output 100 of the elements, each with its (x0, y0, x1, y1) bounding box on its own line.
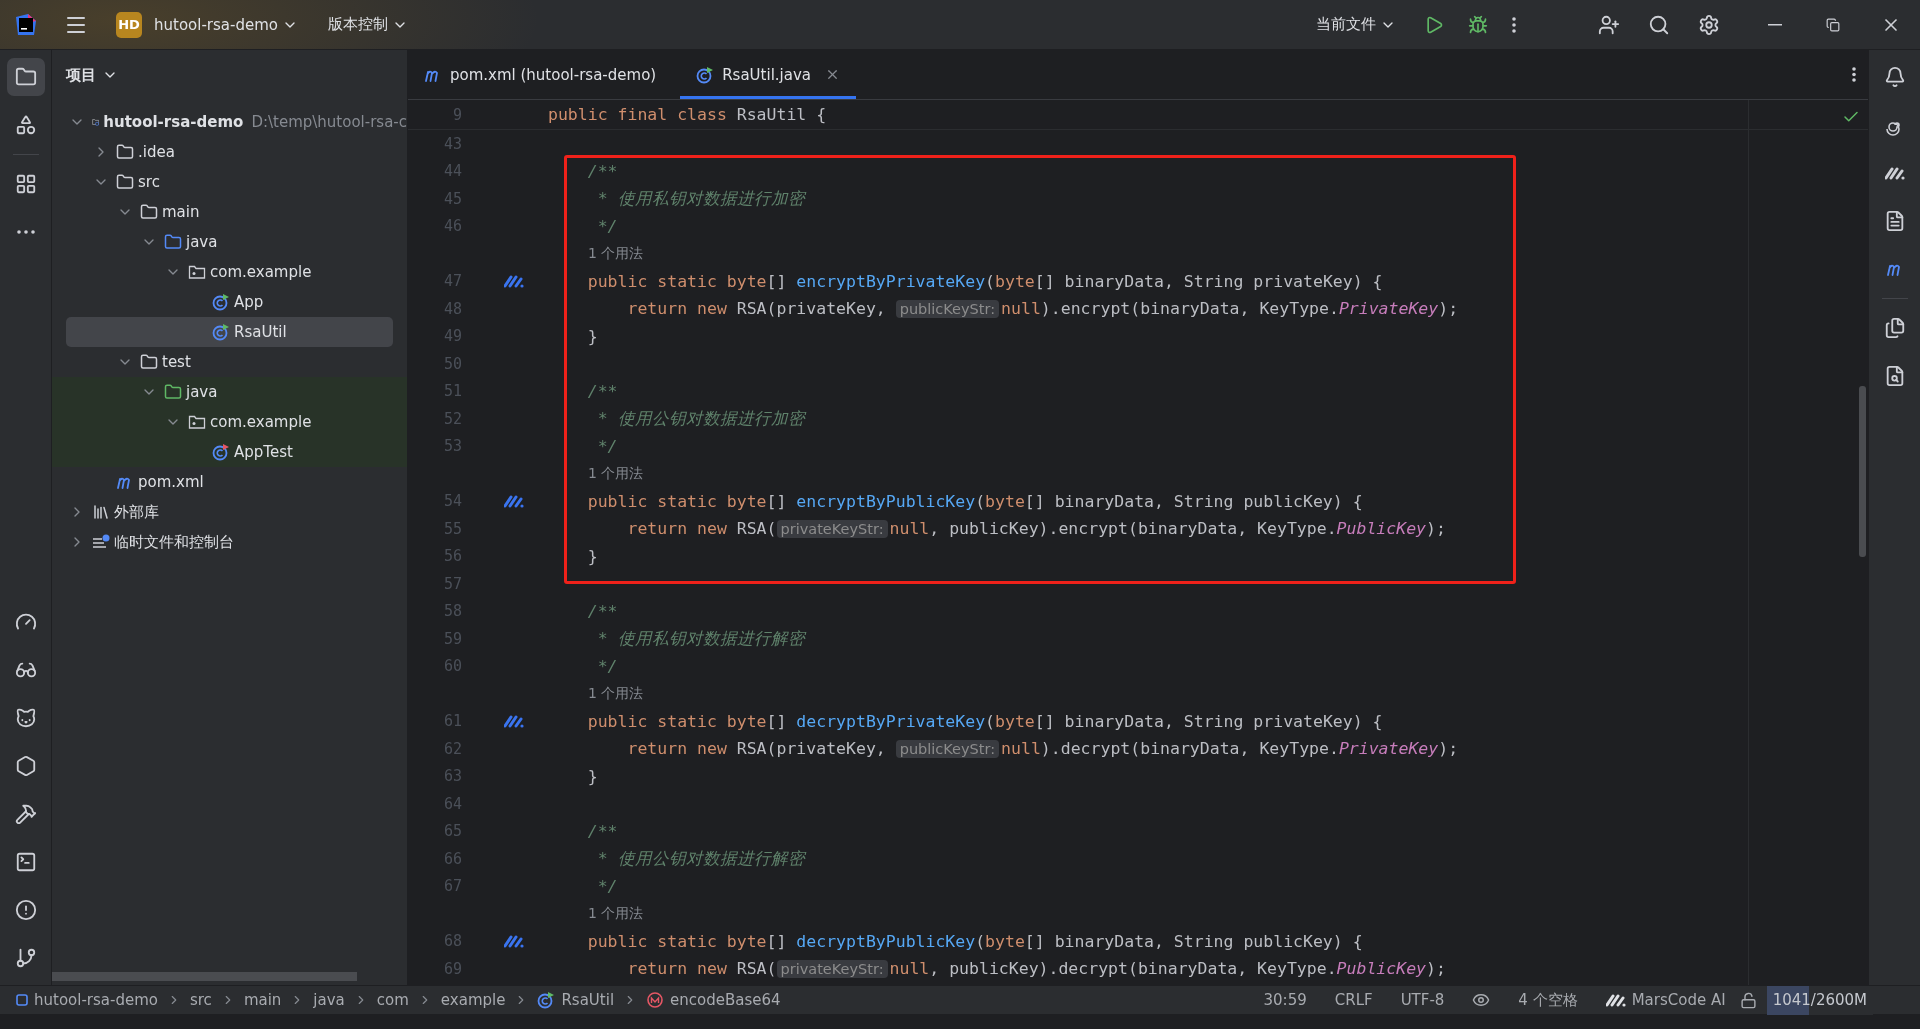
breadcrumb[interactable]: java (313, 991, 345, 1009)
bell-icon (1883, 66, 1906, 88)
memory-indicator[interactable]: 1041/2600M (1766, 985, 1873, 1015)
code-line: */ (596, 216, 618, 236)
code-line: } (586, 766, 598, 786)
test-class-icon (212, 443, 230, 461)
shapes-icon (14, 114, 37, 136)
folder-icon (116, 143, 134, 161)
editor-tab[interactable]: RsaUtil.java (680, 50, 856, 99)
package-icon (188, 264, 206, 280)
code-line: /** (586, 161, 618, 181)
breadcrumb[interactable]: com (376, 991, 409, 1009)
usage-hint[interactable]: 1 个用法 (548, 904, 1868, 923)
tree-item[interactable]: src (52, 167, 407, 197)
tree-item[interactable]: java (52, 227, 407, 257)
code-line: * 使用私钥对数据进行加密 (596, 187, 805, 210)
tree-item[interactable]: main (52, 197, 407, 227)
tree-item[interactable]: RsaUtil (66, 317, 393, 347)
tree-item[interactable]: test (52, 347, 407, 377)
tree-item[interactable]: hutool-rsa-demo D:\temp\hutool-rsa-c (52, 107, 407, 137)
breadcrumb[interactable]: main (243, 991, 282, 1009)
module-icon (16, 994, 28, 1006)
indent-setting[interactable]: 4 个空格 (1518, 990, 1578, 1010)
code-line: } (586, 326, 598, 346)
code-line: return new RSA(privateKey, publicKeyStr: null).encrypt(binaryData, KeyType.PrivateKey); (626, 299, 1459, 319)
ai-gutter-icon (504, 494, 524, 509)
tree-item[interactable]: 临时文件和控制台 (52, 527, 407, 557)
settings-icon (1698, 13, 1720, 36)
files-icon (1883, 317, 1906, 339)
line-separator[interactable]: CRLF (1334, 991, 1373, 1009)
tree-item[interactable]: pom.xml (52, 467, 407, 497)
tree-item[interactable]: 外部库 (52, 497, 407, 527)
class-icon (212, 323, 230, 341)
code-line: /** (586, 601, 618, 621)
more-icon (16, 230, 35, 234)
tree-item[interactable]: App (52, 287, 407, 317)
code-line: /** (586, 381, 618, 401)
app-logo-icon[interactable] (14, 12, 38, 37)
close-button[interactable] (825, 67, 840, 82)
class-icon (696, 65, 715, 84)
search-icon (1648, 13, 1670, 36)
tree-item[interactable]: java (52, 377, 407, 407)
code-line: * 使用私钥对数据进行解密 (596, 627, 805, 650)
hammer-icon (14, 803, 37, 825)
tree-item[interactable]: AppTest (52, 437, 407, 467)
code-line: */ (596, 876, 618, 896)
ai-logo-icon (1884, 166, 1905, 180)
eye-icon[interactable] (1472, 991, 1491, 1009)
code-line: * 使用公钥对数据进行加密 (596, 407, 805, 430)
branch-icon (14, 947, 37, 969)
code-line: */ (596, 656, 618, 676)
breadcrumb[interactable]: RsaUtil (561, 991, 615, 1009)
scrollbar-thumb[interactable] (52, 972, 357, 981)
folder-icon (140, 353, 158, 371)
breadcrumb[interactable]: hutool-rsa-demo (34, 991, 158, 1009)
grid-icon (14, 173, 37, 195)
usage-hint[interactable]: 1 个用法 (548, 244, 1868, 263)
breadcrumb[interactable]: example (440, 991, 506, 1009)
ai-gutter-icon (504, 274, 524, 289)
tree-item[interactable]: com.example (52, 257, 407, 287)
more-icon (1852, 67, 1856, 82)
caret-position[interactable]: 30:59 (1263, 991, 1307, 1009)
editor-tab[interactable]: pom.xml (hutool-rsa-demo) (408, 50, 673, 99)
library-icon (92, 503, 110, 521)
vcs-dropdown[interactable]: 版本控制 (319, 11, 416, 38)
run-config-dropdown[interactable]: 当前文件 (1308, 11, 1404, 38)
project-tool-button[interactable] (6, 58, 45, 96)
breadcrumb[interactable]: src (189, 991, 212, 1009)
path-text: D:\temp\hutool-rsa-c (251, 113, 407, 131)
file-encoding[interactable]: UTF-8 (1400, 991, 1445, 1009)
package-icon (188, 414, 206, 430)
folder-icon (116, 173, 134, 191)
scrollbar-thumb[interactable] (1859, 386, 1866, 557)
folder-icon (14, 66, 37, 88)
usage-hint[interactable]: 1 个用法 (548, 684, 1868, 703)
tree-item[interactable]: com.example (52, 407, 407, 437)
code-line: public static byte[] encryptByPrivateKey(byte[] binaryData, String privateKey) { (586, 271, 1383, 291)
usage-hint[interactable]: 1 个用法 (548, 464, 1868, 483)
code-line: return new RSA( privateKeyStr: null, publicKey).encrypt(binaryData, KeyType.PublicKey); (626, 519, 1446, 539)
lock-icon[interactable] (1739, 991, 1757, 1009)
test-folder-icon (164, 383, 182, 401)
code-line: /** (586, 821, 618, 841)
tree-item[interactable]: .idea (52, 137, 407, 167)
hexagon-icon (14, 755, 37, 777)
bug-icon (1468, 14, 1488, 35)
project-panel-title[interactable]: 项目 (52, 50, 132, 100)
code-line: return new RSA(privateKey, publicKeyStr: null).decrypt(binaryData, KeyType.PrivateKey); (626, 739, 1459, 759)
project-dropdown[interactable]: HD hutool-rsa-demo (108, 7, 306, 42)
cat-icon (14, 707, 37, 729)
minimize-icon (1768, 23, 1782, 26)
code-line: * 使用公钥对数据进行解密 (596, 847, 805, 870)
class-icon (212, 293, 230, 311)
assistant-status[interactable]: MarsCode AI (1631, 991, 1726, 1009)
code-line: public static byte[] decryptByPublicKey(byte[] binaryData, String publicKey) { (586, 931, 1363, 951)
breadcrumb[interactable]: encodeBase64 (670, 991, 781, 1009)
scratch-icon (92, 534, 110, 550)
ai-logo-icon (1605, 993, 1626, 1007)
code-line: public final class RsaUtil { (548, 105, 827, 124)
ai-gutter-icon (504, 934, 524, 949)
folder-icon (140, 203, 158, 221)
